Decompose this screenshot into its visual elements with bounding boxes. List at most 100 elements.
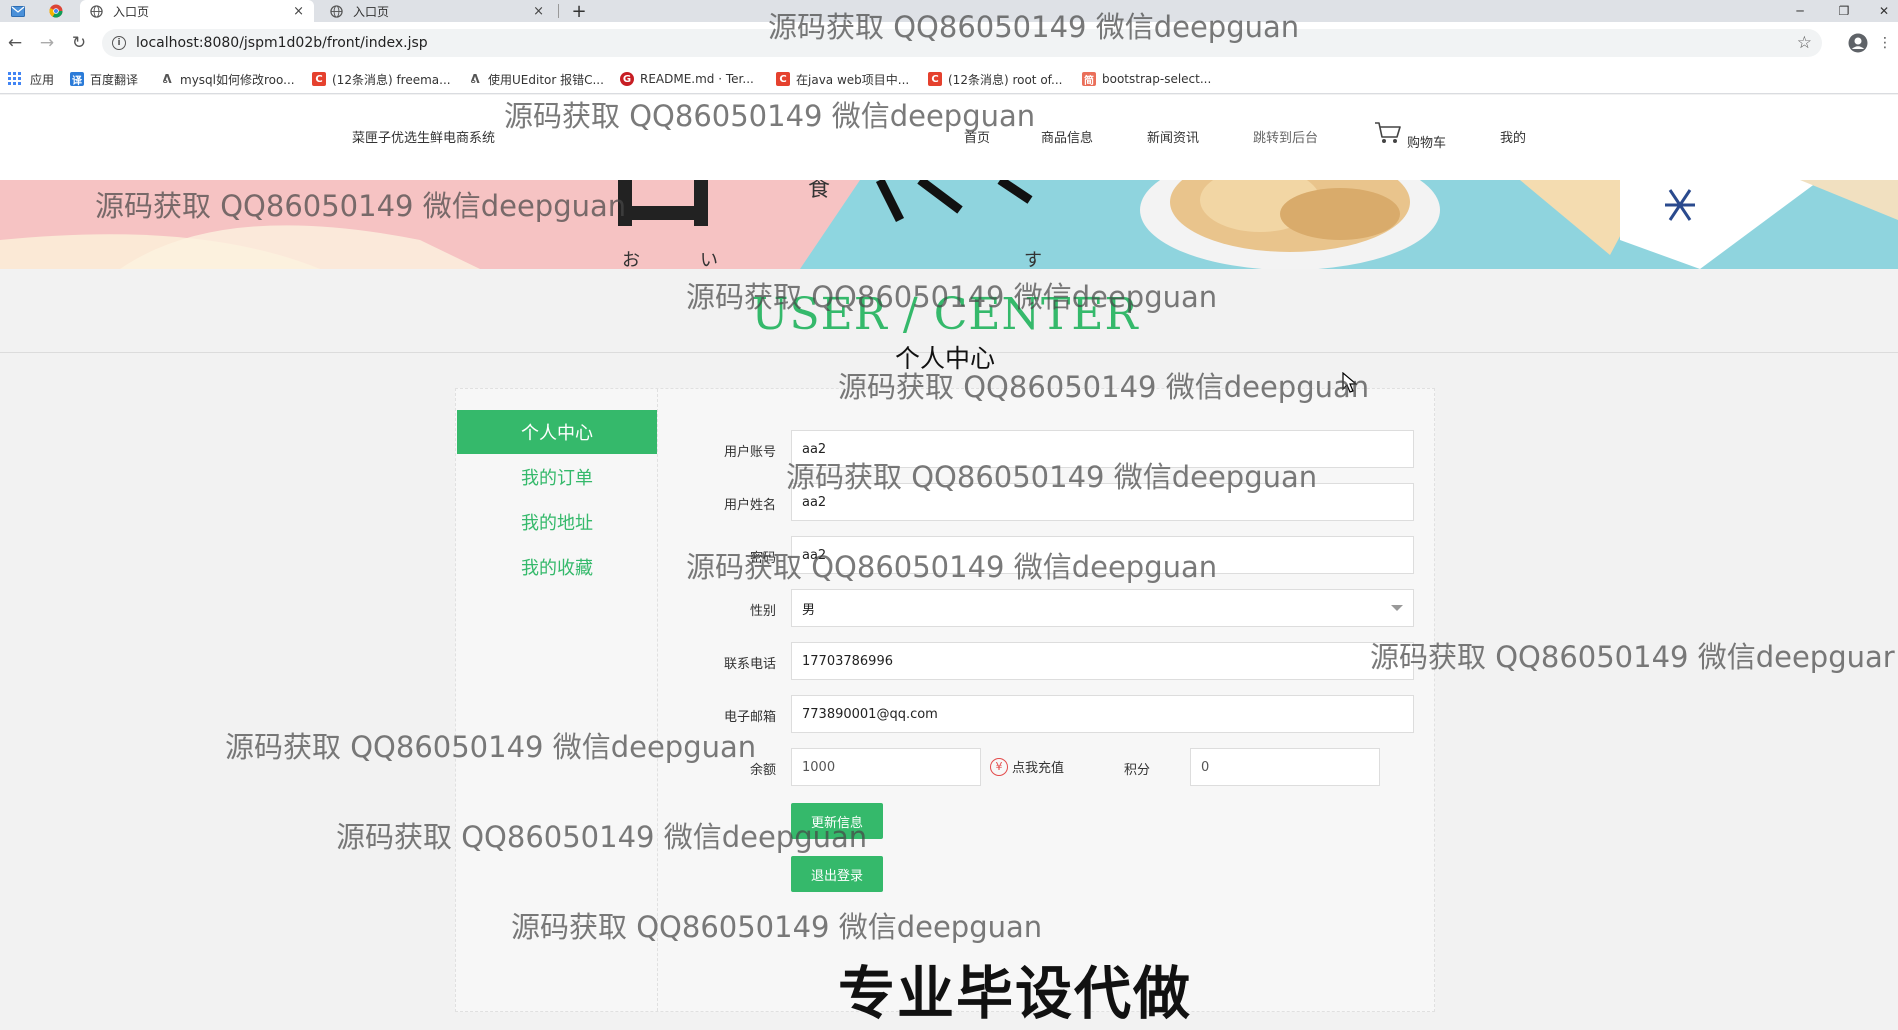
tab-close-icon[interactable]: ×: [533, 4, 544, 19]
bookmark-label: (12条消息) freema...: [332, 72, 451, 87]
sidebar-item-profile[interactable]: 个人中心: [457, 410, 657, 454]
recharge-label: 点我充值: [1012, 761, 1065, 776]
bookmark-apps[interactable]: 应用: [8, 70, 54, 88]
tab-entry-page-active[interactable]: 入口页 ×: [80, 0, 314, 22]
bookmark-csdn-javaweb[interactable]: C 在java web项目中...: [776, 70, 909, 88]
bookmark-mysql[interactable]: ᕕ mysql如何修改roo...: [160, 70, 295, 88]
points-field[interactable]: 0: [1190, 748, 1380, 786]
balance-field[interactable]: 1000: [791, 748, 981, 786]
bookmarks-bar: 应用 译 百度翻译 ᕕ mysql如何修改roo... C (12条消息) fr…: [0, 64, 1898, 94]
svg-text:お: お: [622, 250, 640, 269]
mouse-cursor-icon: [1342, 372, 1358, 393]
bookmark-label: README.md · Ter...: [640, 72, 754, 86]
tab-entry-page[interactable]: 入口页 ×: [320, 0, 554, 22]
logout-button[interactable]: 退出登录: [791, 856, 883, 892]
sidebar-item-addresses[interactable]: 我的地址: [457, 500, 657, 544]
page-heading-area: USER / CENTER 个人中心: [0, 269, 1898, 373]
user-center-sidebar: 个人中心 我的订单 我的地址 我的收藏: [456, 389, 658, 1011]
address-url[interactable]: localhost:8080/jspm1d02b/front/index.jsp: [136, 35, 428, 51]
sidebar-item-favorites[interactable]: 我的收藏: [457, 545, 657, 589]
new-tab-button[interactable]: +: [568, 0, 590, 22]
bookmark-csdn-root[interactable]: C (12条消息) root of...: [928, 70, 1062, 88]
tab-title: 入口页: [113, 4, 150, 19]
forward-arrow-icon[interactable]: →: [36, 32, 58, 54]
bookmark-gitee-readme[interactable]: G README.md · Ter...: [620, 70, 754, 88]
bookmark-label: bootstrap-select...: [1102, 72, 1212, 86]
nav-news[interactable]: 新闻资讯: [1147, 127, 1199, 146]
baidu-translate-icon: 译: [70, 72, 84, 87]
gitee-icon: G: [620, 72, 634, 86]
points-label: 积分: [1123, 763, 1150, 778]
bookmark-label: 使用UEditor 报错C...: [488, 72, 604, 87]
site-logo-text[interactable]: 菜匣子优选生鲜电商系统: [352, 127, 495, 146]
tab-close-icon[interactable]: ×: [293, 4, 304, 19]
sidebar-item-orders[interactable]: 我的订单: [457, 455, 657, 499]
svg-text:す: す: [1024, 250, 1042, 269]
account-field[interactable]: aa2: [791, 430, 1414, 468]
browser-toolbar: ← → ↻ i localhost:8080/jspm1d02b/front/i…: [0, 22, 1898, 64]
bookmark-label: 应用: [30, 72, 55, 87]
apps-grid-icon: [8, 72, 21, 85]
browser-tab-strip: 入口页 × 入口页 × + ─ ❐ ✕: [0, 0, 1898, 22]
bookmark-label: (12条消息) root of...: [948, 72, 1063, 87]
bookmark-star-icon[interactable]: ☆: [1797, 33, 1812, 53]
csdn-icon: C: [776, 72, 790, 86]
bookmark-label: 百度翻译: [90, 72, 139, 87]
name-field[interactable]: aa2: [791, 483, 1414, 521]
email-field[interactable]: 773890001@qq.com: [791, 695, 1414, 733]
nav-products[interactable]: 商品信息: [1041, 127, 1093, 146]
chevron-down-icon: [1391, 605, 1403, 611]
email-label: 电子邮箱: [723, 710, 776, 725]
hero-banner-image: 食 お い す: [0, 180, 1898, 269]
bookmark-label: mysql如何修改roo...: [180, 72, 295, 87]
globe-icon: [330, 4, 343, 18]
ueditor-icon: ᕕ: [470, 72, 480, 86]
bookmark-baidu-translate[interactable]: 译 百度翻译: [70, 70, 138, 88]
nav-cart[interactable]: 购物车: [1407, 132, 1446, 151]
site-info-icon[interactable]: i: [112, 36, 126, 50]
gender-select[interactable]: 男: [791, 589, 1414, 627]
phone-field[interactable]: 17703786996: [791, 642, 1414, 680]
chrome-pinned-tab-icon[interactable]: [46, 1, 66, 21]
gender-label: 性别: [749, 604, 776, 619]
password-field[interactable]: aa2: [791, 536, 1414, 574]
nav-home[interactable]: 首页: [964, 127, 990, 146]
bookmark-label: 在java web项目中...: [796, 72, 910, 87]
mail-pinned-tab-icon[interactable]: [8, 1, 28, 21]
tab-title: 入口页: [353, 4, 390, 19]
page-title: 个人中心: [894, 344, 995, 373]
shopping-cart-icon[interactable]: [1374, 121, 1402, 145]
svg-text:食: 食: [808, 180, 830, 202]
watermark-text: 源码获取 QQ86050149 微信deepguar: [1370, 640, 1895, 674]
minimize-button[interactable]: ─: [1786, 0, 1814, 22]
csdn-icon: C: [312, 72, 326, 86]
bottom-ad-text: 专业毕设代做: [838, 961, 1192, 1027]
mysql-icon: ᕕ: [162, 72, 172, 86]
globe-icon: [90, 4, 103, 18]
bookmark-ueditor[interactable]: ᕕ 使用UEditor 报错C...: [468, 70, 604, 88]
bookmark-bootstrap-select[interactable]: 简 bootstrap-select...: [1082, 70, 1211, 88]
account-label: 用户账号: [723, 445, 776, 460]
restore-button[interactable]: ❐: [1830, 0, 1858, 22]
balance-label: 余额: [749, 763, 776, 778]
address-bar[interactable]: i localhost:8080/jspm1d02b/front/index.j…: [102, 29, 1822, 57]
phone-label: 联系电话: [723, 657, 776, 672]
browser-menu-icon[interactable]: ⋮: [1874, 32, 1896, 54]
password-label: 密码: [749, 551, 776, 566]
csdn-icon: C: [928, 72, 942, 86]
bookmark-csdn-freemarker[interactable]: C (12条消息) freema...: [312, 70, 451, 88]
svg-text:い: い: [700, 250, 718, 269]
page-title-en: USER / CENTER: [751, 289, 1139, 340]
profile-avatar-icon[interactable]: [1848, 33, 1868, 53]
nav-mine[interactable]: 我的: [1500, 127, 1526, 146]
site-header: 菜匣子优选生鲜电商系统 首页 商品信息 新闻资讯 跳转到后台 购物车 我的: [0, 95, 1898, 180]
recharge-link[interactable]: ¥ 点我充值: [990, 757, 1064, 776]
back-arrow-icon[interactable]: ←: [4, 32, 26, 54]
reload-icon[interactable]: ↻: [68, 32, 90, 54]
nav-admin[interactable]: 跳转到后台: [1253, 127, 1318, 146]
tab-divider: [558, 4, 559, 18]
yen-icon: ¥: [990, 757, 1008, 776]
update-info-button[interactable]: 更新信息: [791, 803, 883, 839]
gender-value: 男: [802, 602, 816, 618]
close-window-button[interactable]: ✕: [1870, 0, 1898, 22]
